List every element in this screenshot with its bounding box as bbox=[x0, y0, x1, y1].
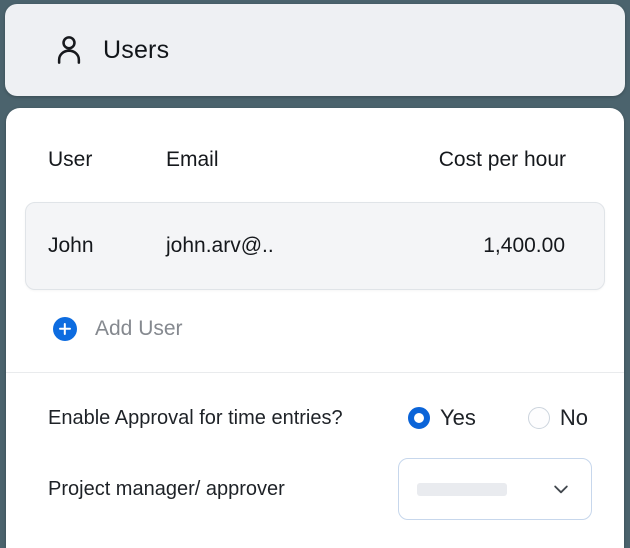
chevron-down-icon bbox=[551, 479, 571, 499]
radio-option-yes[interactable]: Yes bbox=[408, 405, 476, 431]
user-cost-cell: 1,400.00 bbox=[483, 234, 565, 258]
radio-yes-label: Yes bbox=[440, 405, 476, 431]
user-email-cell: john.arv@.. bbox=[166, 234, 483, 258]
column-header-email: Email bbox=[166, 148, 439, 172]
column-header-cost-per-hour: Cost per hour bbox=[439, 148, 566, 172]
radio-option-no[interactable]: No bbox=[528, 405, 588, 431]
user-icon bbox=[53, 28, 85, 72]
users-table-header: User Email Cost per hour bbox=[6, 138, 624, 182]
radio-selected-icon[interactable] bbox=[408, 407, 430, 429]
add-user-label: Add User bbox=[95, 317, 183, 341]
column-header-user: User bbox=[48, 148, 166, 172]
approval-question-label: Enable Approval for time entries? bbox=[48, 407, 343, 430]
add-user-button[interactable]: Add User bbox=[53, 307, 183, 351]
radio-unselected-icon[interactable] bbox=[528, 407, 550, 429]
approval-radio-group: Yes No bbox=[408, 405, 588, 431]
users-panel: User Email Cost per hour John john.arv@.… bbox=[6, 108, 624, 548]
user-name-cell: John bbox=[48, 234, 166, 258]
section-title: Users bbox=[103, 36, 169, 65]
approval-setting-row: Enable Approval for time entries? Yes No bbox=[6, 396, 624, 440]
radio-no-label: No bbox=[560, 405, 588, 431]
plus-icon bbox=[53, 317, 77, 341]
approver-label: Project manager/ approver bbox=[48, 478, 285, 501]
approver-select[interactable] bbox=[398, 458, 592, 520]
section-divider bbox=[6, 372, 624, 373]
users-section-header[interactable]: Users bbox=[5, 4, 625, 96]
approver-setting-row: Project manager/ approver bbox=[6, 458, 624, 520]
table-row[interactable]: John john.arv@.. 1,400.00 bbox=[25, 202, 605, 290]
select-placeholder-bar bbox=[417, 483, 507, 496]
